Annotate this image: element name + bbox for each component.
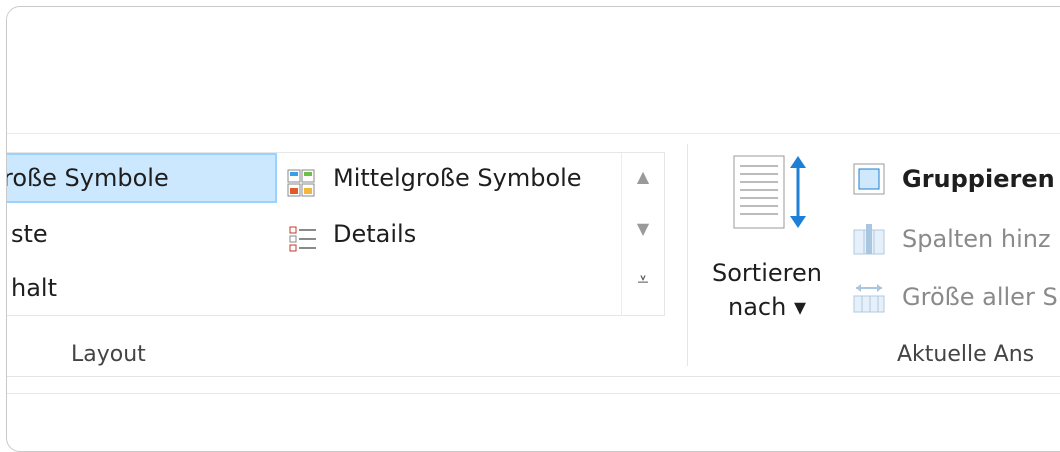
gallery-scrollbar: ▲ ▼ ⩡ (621, 153, 663, 315)
group-by-icon (852, 162, 886, 211)
medium-icons-icon (287, 164, 315, 214)
add-columns-icon (852, 222, 886, 271)
sort-by-label-line2: nach ▾ (728, 293, 806, 321)
layout-option-medium-icons[interactable]: Mittelgroße Symbole (279, 153, 619, 203)
group-label-current-view: Aktuelle Ans (897, 342, 1035, 367)
sort-by-button[interactable]: Sortieren nach ▾ (702, 152, 832, 352)
layout-option-label: Details (333, 220, 417, 248)
layout-gallery: roße Symbole Mittelgroße Symbole ste Det… (6, 152, 665, 316)
layout-option-label: Mittelgroße Symbole (333, 164, 582, 192)
layout-option-large-icons[interactable]: roße Symbole (6, 153, 277, 203)
layout-option-label: ste (11, 220, 48, 248)
group-separator (687, 144, 688, 366)
title-area (7, 7, 1060, 134)
window-frame: roße Symbole Mittelgroße Symbole ste Det… (6, 6, 1060, 452)
ribbon-view-tab: roße Symbole Mittelgroße Symbole ste Det… (7, 134, 1060, 377)
add-columns-label: Spalten hinz (902, 225, 1051, 253)
sort-by-label-line1: Sortieren (712, 259, 822, 287)
layout-option-label: halt (11, 274, 57, 302)
scroll-up-icon[interactable]: ▲ (622, 167, 664, 186)
sort-icon (732, 152, 812, 236)
layout-option-content[interactable]: halt (7, 263, 277, 313)
layout-option-details[interactable]: Details (279, 209, 619, 259)
gallery-expand-icon[interactable]: ⩡ (622, 267, 664, 291)
size-columns-icon (852, 280, 886, 329)
details-view-icon (289, 220, 317, 270)
scroll-down-icon[interactable]: ▼ (622, 219, 664, 238)
content-divider (7, 393, 1060, 394)
layout-option-label: roße Symbole (6, 164, 169, 192)
layout-option-list[interactable]: ste (7, 209, 277, 259)
size-columns-label: Größe aller S (902, 283, 1058, 311)
group-by-label: Gruppieren (902, 165, 1055, 193)
group-label-layout: Layout (71, 342, 146, 367)
